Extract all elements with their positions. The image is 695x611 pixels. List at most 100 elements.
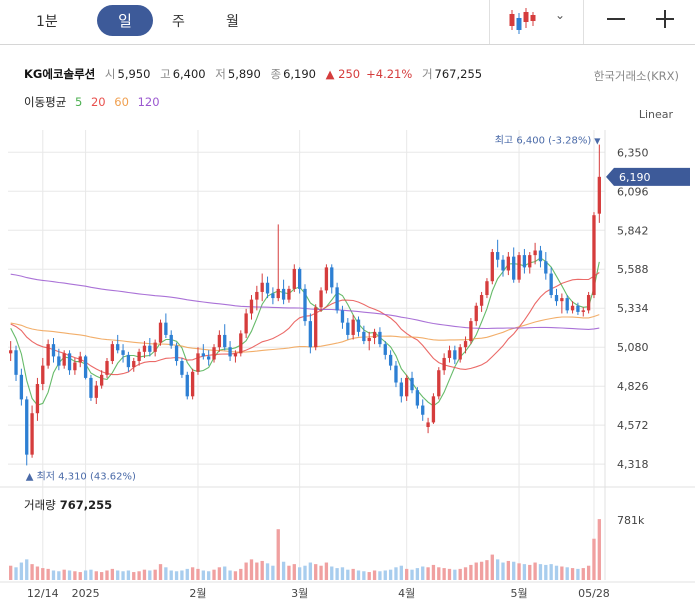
candle xyxy=(164,313,168,338)
candle-body xyxy=(9,350,13,354)
x-tick-label: 4월 xyxy=(398,587,415,600)
volume-bar xyxy=(62,569,66,580)
candle xyxy=(303,284,307,326)
price-chart[interactable]: 6,350 6,096 5,842 5,588 5,334 5,080 4,826 4,572… xyxy=(0,0,695,611)
candle-body xyxy=(538,250,543,262)
candle-body xyxy=(260,282,264,292)
candle-body xyxy=(89,377,93,398)
candle-body xyxy=(399,382,403,397)
volume-axis-label: 781k xyxy=(617,514,645,527)
volume-bar xyxy=(207,571,211,580)
candle-body xyxy=(233,353,238,357)
candle xyxy=(158,319,163,346)
candle-body xyxy=(485,281,489,296)
ma-5-label[interactable]: 5 xyxy=(75,95,82,109)
candle-body xyxy=(137,351,141,362)
candle-body xyxy=(597,176,601,214)
volume-bar xyxy=(78,572,82,580)
candle-body xyxy=(78,356,82,363)
candle xyxy=(260,273,264,302)
candle xyxy=(372,328,377,345)
tab-week[interactable]: 주 xyxy=(172,11,185,31)
candle xyxy=(265,276,270,299)
volume-bar xyxy=(356,570,361,580)
candle-body xyxy=(180,361,184,375)
candle xyxy=(19,368,24,406)
candle xyxy=(319,287,323,312)
volume-bar xyxy=(372,570,377,580)
volume-bar xyxy=(314,564,318,580)
candle xyxy=(46,339,50,369)
volume-bar xyxy=(169,570,173,580)
candle-body xyxy=(132,361,136,368)
volume-panel-label: 거래량 xyxy=(24,498,56,512)
ma-60-label[interactable]: 60 xyxy=(114,95,129,109)
candle-body xyxy=(51,344,56,357)
volume-bar xyxy=(57,571,61,580)
volume-bar xyxy=(319,565,323,580)
volume-bar xyxy=(431,564,436,580)
moving-average-legend: 이동평균 5 20 60 120 xyxy=(24,94,165,110)
candle-body xyxy=(362,331,366,342)
candle xyxy=(576,302,580,315)
tab-month[interactable]: 월 xyxy=(226,11,239,31)
x-tick-label: 5월 xyxy=(510,587,527,600)
volume-bar xyxy=(324,562,329,580)
volume-bar xyxy=(126,570,131,580)
volume-bar xyxy=(228,570,232,580)
candle xyxy=(223,324,227,351)
ma-120-line xyxy=(10,273,600,330)
candle xyxy=(25,396,29,466)
volume-bar xyxy=(116,570,120,580)
candle-body xyxy=(437,370,441,397)
zoom-in-icon[interactable] xyxy=(656,10,674,28)
candle-body xyxy=(554,295,559,302)
volume-bar xyxy=(180,570,184,580)
candle-body xyxy=(308,321,313,348)
candle xyxy=(426,417,430,434)
volume-bar xyxy=(447,568,452,580)
candle xyxy=(212,344,216,363)
candle xyxy=(94,380,98,404)
candle-body xyxy=(453,350,457,360)
candle-body xyxy=(324,267,329,291)
low-value: 5,890 xyxy=(227,67,261,81)
candle-body xyxy=(142,345,147,352)
ma-120-label[interactable]: 120 xyxy=(138,95,160,109)
min-price-annotation: ▲ 최저 4,310 (43.62%) xyxy=(26,470,136,482)
volume-bar xyxy=(405,568,409,580)
volume-bar xyxy=(239,568,243,580)
candle xyxy=(383,341,387,360)
tab-day[interactable]: 일 xyxy=(97,5,153,36)
candle-body xyxy=(169,334,173,346)
candle-body xyxy=(544,261,548,274)
candle xyxy=(538,245,543,268)
candle xyxy=(346,318,350,340)
volume-bar xyxy=(570,568,575,580)
candlestick-chart-icon[interactable] xyxy=(507,6,539,36)
candle xyxy=(292,264,296,292)
volume-bar xyxy=(442,568,446,580)
candle-body xyxy=(94,385,98,398)
candle xyxy=(110,341,115,365)
ma-20-label[interactable]: 20 xyxy=(91,95,106,109)
candle xyxy=(592,212,596,299)
volume-bar xyxy=(9,565,13,580)
candle xyxy=(501,255,505,277)
volume-bar xyxy=(495,559,500,580)
volume-bar xyxy=(30,564,34,580)
candle xyxy=(35,377,40,421)
tab-1min[interactable]: 1분 xyxy=(36,11,58,31)
volume-panel-value: 767,255 xyxy=(59,498,113,512)
candle-body xyxy=(99,374,104,386)
zoom-out-icon[interactable] xyxy=(607,18,625,20)
candle xyxy=(544,252,548,280)
volume-bar xyxy=(255,562,259,580)
candle-body xyxy=(148,345,152,352)
candle xyxy=(324,264,329,294)
candle-body xyxy=(479,295,484,306)
volume-bar xyxy=(453,569,457,580)
chevron-down-icon[interactable]: ⌄ xyxy=(555,8,565,22)
scale-mode-selector[interactable]: Linear xyxy=(639,108,673,121)
candle xyxy=(378,327,382,348)
